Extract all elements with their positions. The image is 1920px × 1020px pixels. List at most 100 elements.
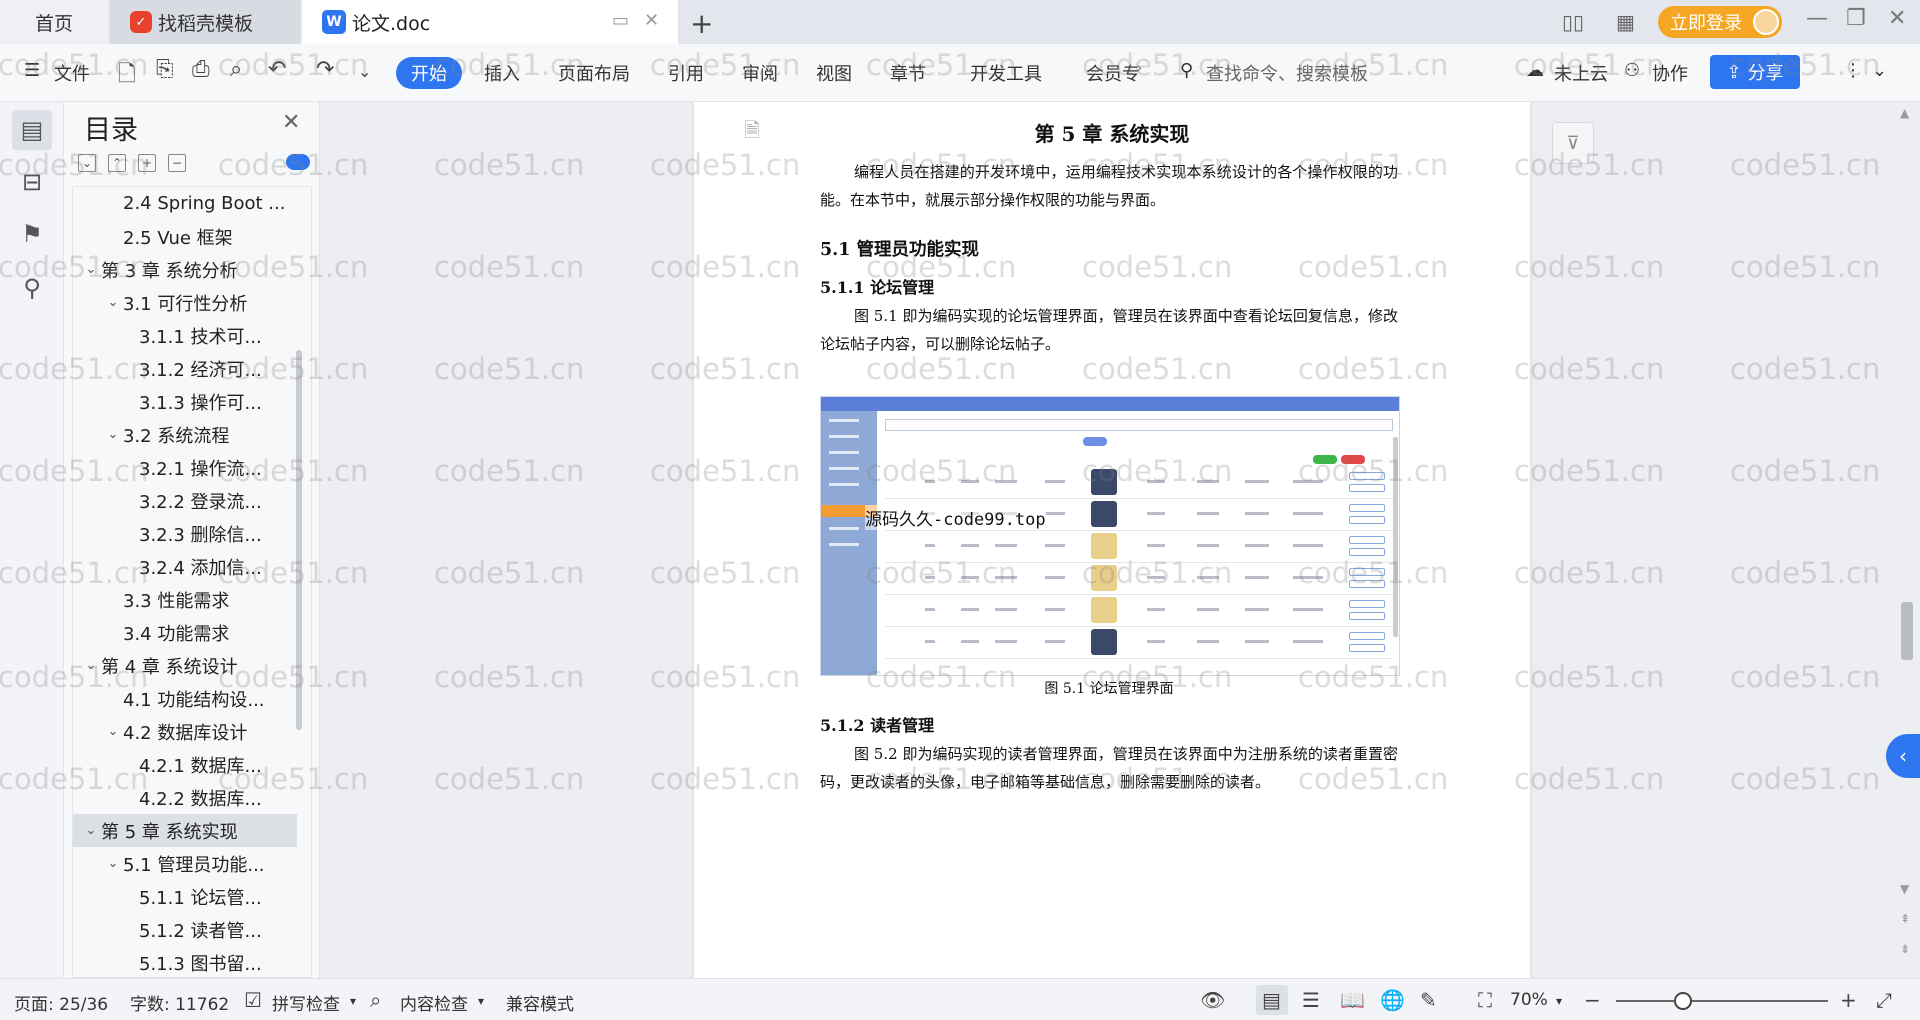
chevron-down-icon[interactable]: ⌄	[103, 724, 123, 739]
chevron-down-icon[interactable]: ⌄	[103, 427, 123, 442]
toc-panel-icon[interactable]: ▤	[12, 110, 52, 150]
chevron-down-icon[interactable]: ⌄	[81, 823, 101, 838]
cloud-status[interactable]: 未上云	[1554, 60, 1608, 86]
content-check-button[interactable]: 内容检查	[400, 990, 468, 1015]
vertical-scrollbar[interactable]: ▲ ▼ ⇞ ⇟	[1895, 102, 1920, 978]
fullscreen-icon[interactable]: ⤢	[1876, 988, 1892, 1012]
close-window-icon[interactable]: ✕	[1888, 6, 1906, 31]
spell-dropdown-icon[interactable]: ▾	[350, 994, 356, 1008]
page-view-icon[interactable]: ▤	[1262, 988, 1281, 1012]
toc-item[interactable]: 5.1.1 论坛管...	[73, 880, 297, 913]
more-icon[interactable]: ⋮	[1844, 60, 1862, 81]
file-menu[interactable]: 文件	[54, 60, 90, 86]
tab-member[interactable]: 会员专	[1086, 60, 1140, 86]
toc-item[interactable]: 3.2.3 删除信...	[73, 517, 297, 550]
tab-view[interactable]: 视图	[816, 60, 852, 86]
close-tab-icon[interactable]: ✕	[644, 10, 659, 31]
toc-item[interactable]: 3.4 功能需求	[73, 616, 297, 649]
toc-scrollbar[interactable]	[296, 350, 302, 730]
new-tab-icon[interactable]: +	[690, 7, 713, 40]
share-button[interactable]: ⇪ 分享	[1710, 55, 1800, 89]
more-tabs-icon[interactable]: ›	[1136, 58, 1142, 77]
tab-insert[interactable]: 插入	[484, 60, 520, 86]
toc-item[interactable]: 4.2.2 数据库...	[73, 781, 297, 814]
chevron-down-icon[interactable]: ⌄	[81, 658, 101, 673]
scroll-thumb[interactable]	[1901, 602, 1913, 660]
toc-item[interactable]: 3.2.2 登录流...	[73, 484, 297, 517]
tab-document[interactable]: W 论文.doc ▭ ✕	[302, 0, 678, 44]
undo-icon[interactable]: ↶	[268, 57, 286, 82]
word-count[interactable]: 字数: 11762	[130, 990, 229, 1015]
tab-template[interactable]: ✓ 找稻壳模板	[110, 0, 300, 44]
page-indicator[interactable]: 页面: 25/36	[14, 990, 108, 1015]
login-button[interactable]: 立即登录	[1658, 6, 1782, 38]
toc-item[interactable]: 5.1.2 读者管...	[73, 913, 297, 946]
tab-chapter[interactable]: 章节	[890, 60, 926, 86]
toc-item[interactable]: ⌄ 3.1 可行性分析	[73, 286, 297, 319]
toc-item[interactable]: 3.1.2 经济可...	[73, 352, 297, 385]
scroll-up-icon[interactable]: ▲	[1900, 106, 1909, 120]
toc-item[interactable]: ⌄ 第 5 章 系统实现	[73, 814, 297, 847]
toc-item[interactable]: 4.1 功能结构设...	[73, 682, 297, 715]
toc-item[interactable]: 3.2.4 添加信...	[73, 550, 297, 583]
outline-view-icon[interactable]: ☰	[1302, 988, 1320, 1012]
zoom-dropdown-icon[interactable]: ▾	[1556, 994, 1562, 1008]
collapse-ribbon-icon[interactable]: ⌄	[1872, 60, 1887, 81]
document-page[interactable]: 🗎 第 5 章 系统实现 编程人员在搭建的开发环境中，运用编程技术实现本系统设计…	[694, 102, 1530, 978]
export-pdf-icon[interactable]: ⎘	[156, 57, 174, 82]
apps-grid-icon[interactable]: ▦	[1616, 10, 1635, 34]
add-heading-icon[interactable]: +	[138, 154, 156, 172]
fit-page-icon[interactable]: ⛶	[1478, 988, 1492, 1012]
chevron-down-icon[interactable]: ⌄	[103, 856, 123, 871]
remove-heading-icon[interactable]: −	[168, 154, 186, 172]
toc-item[interactable]: 2.4 Spring Boot ...	[73, 187, 297, 220]
toc-item[interactable]: 3.1.1 技术可...	[73, 319, 297, 352]
toc-item[interactable]: ⌄ 4.2 数据库设计	[73, 715, 297, 748]
zoom-out-icon[interactable]: −	[1584, 988, 1601, 1012]
prev-page-icon[interactable]: ⇞	[1900, 912, 1910, 926]
restore-icon[interactable]: ❐	[1846, 6, 1866, 31]
filter-icon[interactable]: ⊽	[1552, 122, 1594, 164]
zoom-slider-handle[interactable]	[1674, 992, 1692, 1010]
toc-item[interactable]: ⌄ 3.2 系统流程	[73, 418, 297, 451]
toc-item[interactable]: ⌄ 第 3 章 系统分析	[73, 253, 297, 286]
bookmark-icon[interactable]: ⚑	[12, 214, 52, 254]
find-icon[interactable]: ⚲	[12, 268, 52, 308]
screen-icon[interactable]: ▭	[612, 10, 629, 31]
toc-item[interactable]: 3.2.1 操作流...	[73, 451, 297, 484]
compat-mode[interactable]: 兼容模式	[506, 990, 574, 1015]
toc-item[interactable]: 2.5 Vue 框架	[73, 220, 297, 253]
zoom-in-icon[interactable]: +	[1840, 988, 1857, 1012]
chevron-down-icon[interactable]: ⌄	[103, 295, 123, 310]
command-search-input[interactable]: 查找命令、搜索模板	[1206, 60, 1368, 86]
tab-home[interactable]: 首页	[0, 0, 108, 44]
eye-protection-icon[interactable]: 👁	[1200, 988, 1225, 1012]
next-page-icon[interactable]: ⇟	[1900, 942, 1910, 956]
collapse-all-icon[interactable]: ⌃	[108, 154, 126, 172]
toc-item[interactable]: 3.3 性能需求	[73, 583, 297, 616]
toc-toggle-icon[interactable]	[286, 154, 310, 170]
tab-references[interactable]: 引用	[668, 60, 704, 86]
tab-page-layout[interactable]: 页面布局	[558, 60, 630, 86]
minimize-icon[interactable]: —	[1806, 6, 1828, 31]
close-icon[interactable]: ✕	[282, 110, 300, 135]
web-view-icon[interactable]: 🌐	[1380, 988, 1405, 1012]
redo-icon[interactable]: ↷	[316, 57, 334, 82]
print-icon[interactable]: ⎙	[192, 57, 210, 82]
collab-button[interactable]: 协作	[1652, 60, 1688, 86]
tab-start[interactable]: 开始	[396, 57, 462, 89]
content-check-dropdown-icon[interactable]: ▾	[478, 994, 484, 1008]
write-mode-icon[interactable]: ✎	[1420, 988, 1437, 1012]
toc-item[interactable]: 5.1.3 图书留...	[73, 946, 297, 977]
expand-all-icon[interactable]: ⌄	[78, 154, 96, 172]
tab-developer[interactable]: 开发工具	[970, 60, 1042, 86]
print-preview-icon[interactable]: ⌕	[230, 57, 242, 82]
chapter-nav-icon[interactable]: ⊟	[12, 162, 52, 202]
scroll-down-icon[interactable]: ▼	[1900, 882, 1909, 896]
toc-item[interactable]: ⌄ 5.1 管理员功能...	[73, 847, 297, 880]
toc-item[interactable]: 4.2.1 数据库...	[73, 748, 297, 781]
zoom-slider[interactable]	[1616, 1000, 1828, 1002]
spell-check-button[interactable]: 拼写检查	[272, 990, 340, 1015]
reading-view-icon[interactable]: 📖	[1340, 988, 1365, 1012]
zoom-level[interactable]: 70%	[1510, 990, 1548, 1010]
